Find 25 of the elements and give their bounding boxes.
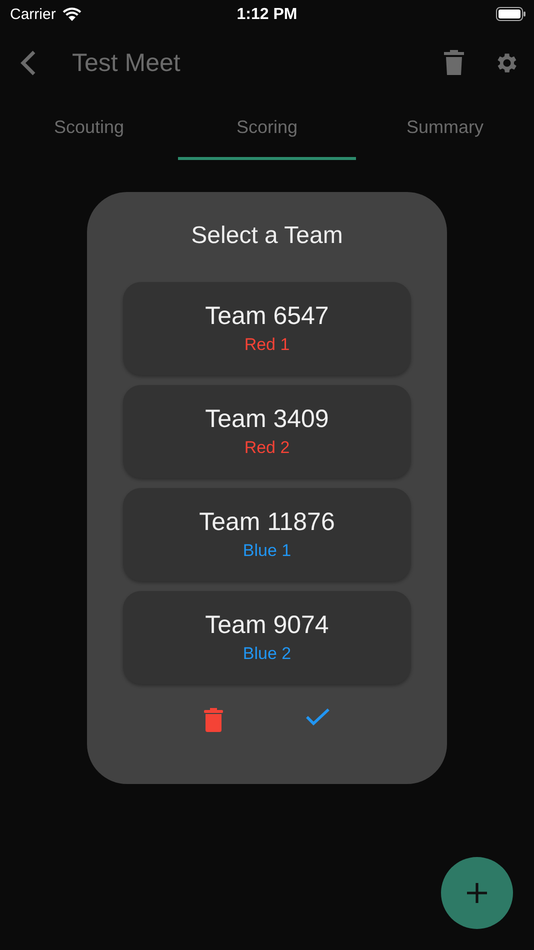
- team-option[interactable]: Team 6547 Red 1: [123, 282, 411, 375]
- tab[interactable]: Scoring: [178, 98, 356, 160]
- battery-icon: [496, 7, 526, 21]
- team-name: Team 6547: [205, 302, 329, 331]
- team-name: Team 3409: [205, 405, 329, 434]
- team-name: Team 11876: [199, 508, 335, 537]
- team-option[interactable]: Team 9074 Blue 2: [123, 591, 411, 684]
- delete-button[interactable]: [204, 708, 224, 732]
- tab[interactable]: Summary: [356, 98, 534, 160]
- dialog-title: Select a Team: [190, 222, 344, 250]
- clock-time: 1:12 PM: [236, 6, 298, 23]
- plus-icon: [466, 882, 488, 904]
- alliance-position: Blue 2: [242, 644, 292, 664]
- carrier-name: Carrier: [10, 6, 56, 22]
- alliance-position: Red 2: [244, 438, 290, 458]
- alliance-position: Red 1: [244, 335, 290, 355]
- alliance-position: Blue 1: [242, 541, 292, 561]
- team-option[interactable]: Team 3409 Red 2: [123, 385, 411, 478]
- tab[interactable]: Scouting: [0, 98, 178, 160]
- page-title: Test Meet: [72, 48, 182, 78]
- back-button[interactable]: [18, 49, 38, 77]
- team-name: Team 9074: [205, 611, 329, 640]
- wifi-icon: [62, 6, 82, 22]
- team-option[interactable]: Team 11876 Blue 1: [123, 488, 411, 581]
- delete-button[interactable]: [444, 50, 464, 76]
